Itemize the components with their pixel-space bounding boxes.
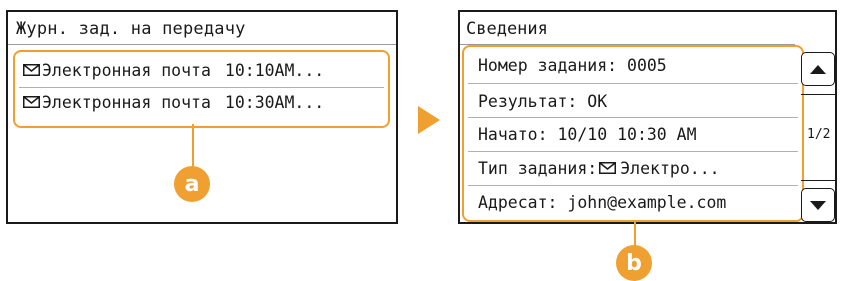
job-type: Электронная почта xyxy=(42,60,211,80)
callout-a-badge: a xyxy=(174,166,210,202)
scroll-down-button[interactable] xyxy=(801,188,835,222)
job-time: 10:10AM... xyxy=(224,60,325,80)
triangle-down-icon xyxy=(810,200,826,210)
list-item[interactable]: Электронная почта 10:30AM... xyxy=(23,90,383,114)
callout-b-badge: b xyxy=(616,245,652,281)
job-list: Электронная почта 10:10AM... Электронная… xyxy=(13,50,390,128)
triangle-up-icon xyxy=(810,64,826,74)
scroll-up-button[interactable] xyxy=(801,52,835,86)
list-item[interactable]: Электронная почта 10:10AM... xyxy=(23,58,383,82)
detail-job-type: Тип задания: Электро... xyxy=(478,156,720,180)
scrollbar: 1/2 xyxy=(799,52,835,222)
detail-divider xyxy=(468,117,798,118)
details-list: Номер задания: 0005 Результат: OK Начато… xyxy=(462,45,804,222)
detail-started: Начато: 10/10 10:30 AM xyxy=(478,124,697,144)
detail-result: Результат: OK xyxy=(478,91,608,111)
mail-icon xyxy=(599,162,617,174)
details-title: Сведения xyxy=(466,19,548,39)
detail-job-number: Номер задания: 0005 xyxy=(478,55,667,75)
list-divider xyxy=(19,87,384,88)
job-log-title: Журн. зад. на передачу xyxy=(16,19,246,39)
details-screen: Сведения Номер задания: 0005 Результат: … xyxy=(458,10,837,224)
page-indicator: 1/2 xyxy=(807,127,831,142)
scroll-divider xyxy=(801,94,835,95)
title-divider xyxy=(8,44,396,45)
detail-recipient: Адресат: john@example.com xyxy=(478,192,727,212)
detail-divider xyxy=(468,185,798,186)
job-type-value: Электро... xyxy=(620,158,720,178)
next-arrow-icon xyxy=(418,106,440,134)
detail-divider xyxy=(468,151,798,152)
job-type: Электронная почта xyxy=(42,92,211,112)
job-type-label: Тип задания: xyxy=(478,158,598,178)
detail-divider xyxy=(468,83,798,84)
job-time: 10:30AM... xyxy=(224,92,325,112)
mail-icon xyxy=(23,96,40,108)
scroll-divider xyxy=(801,180,835,181)
callout-a-line xyxy=(192,124,194,168)
mail-icon xyxy=(23,64,40,76)
